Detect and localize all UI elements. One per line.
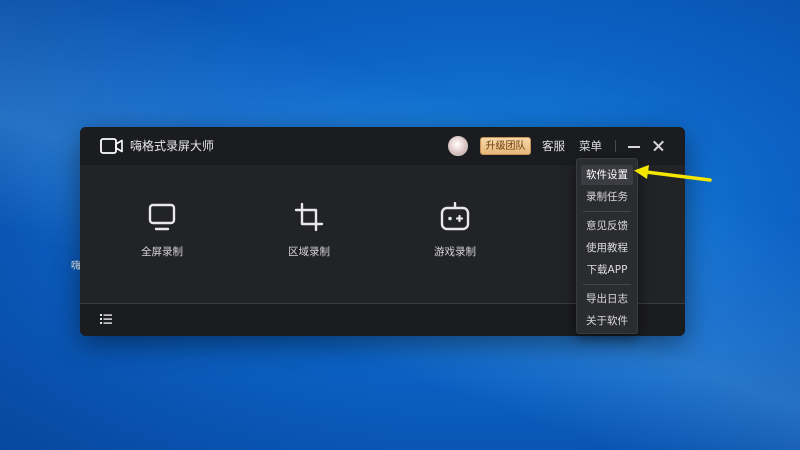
close-icon[interactable] [651, 138, 665, 154]
menu-button[interactable]: 菜单 [579, 137, 602, 155]
menu-item-settings[interactable]: 软件设置 [581, 165, 633, 185]
menu-separator [583, 211, 631, 212]
menu-item-record-tasks[interactable]: 录制任务 [581, 187, 633, 207]
customer-service-link[interactable]: 客服 [542, 137, 565, 155]
mode-label-game: 游戏录制 [434, 246, 476, 258]
menu-item-tutorial[interactable]: 使用教程 [581, 238, 633, 258]
region-record-button[interactable]: 区域录制 [264, 202, 354, 272]
menu-separator [583, 284, 631, 285]
list-icon[interactable] [100, 313, 112, 325]
minimize-icon[interactable] [627, 138, 641, 154]
menu-item-export-log[interactable]: 导出日志 [581, 289, 633, 309]
annotation-arrow-icon [634, 165, 712, 182]
crop-icon [294, 202, 324, 232]
mode-label-fullscreen: 全屏录制 [141, 246, 183, 258]
upgrade-team-button[interactable]: 升级团队 [480, 137, 531, 155]
app-title: 嗨格式录屏大师 [130, 139, 215, 153]
fullscreen-record-button[interactable]: 全屏录制 [117, 202, 207, 272]
gamepad-icon [440, 202, 470, 231]
menu-item-about[interactable]: 关于软件 [581, 311, 633, 331]
mode-label-region: 区域录制 [288, 246, 330, 258]
menu-item-download-app[interactable]: 下载APP [581, 260, 633, 280]
titlebar-divider [615, 140, 616, 152]
video-camera-icon [100, 138, 123, 154]
menu-item-feedback[interactable]: 意见反馈 [581, 216, 633, 236]
dropdown-menu: 软件设置 录制任务 意见反馈 使用教程 下载APP 导出日志 关于软件 [576, 158, 638, 334]
avatar[interactable] [448, 136, 468, 156]
game-record-button[interactable]: 游戏录制 [410, 202, 500, 272]
monitor-icon [148, 203, 176, 231]
